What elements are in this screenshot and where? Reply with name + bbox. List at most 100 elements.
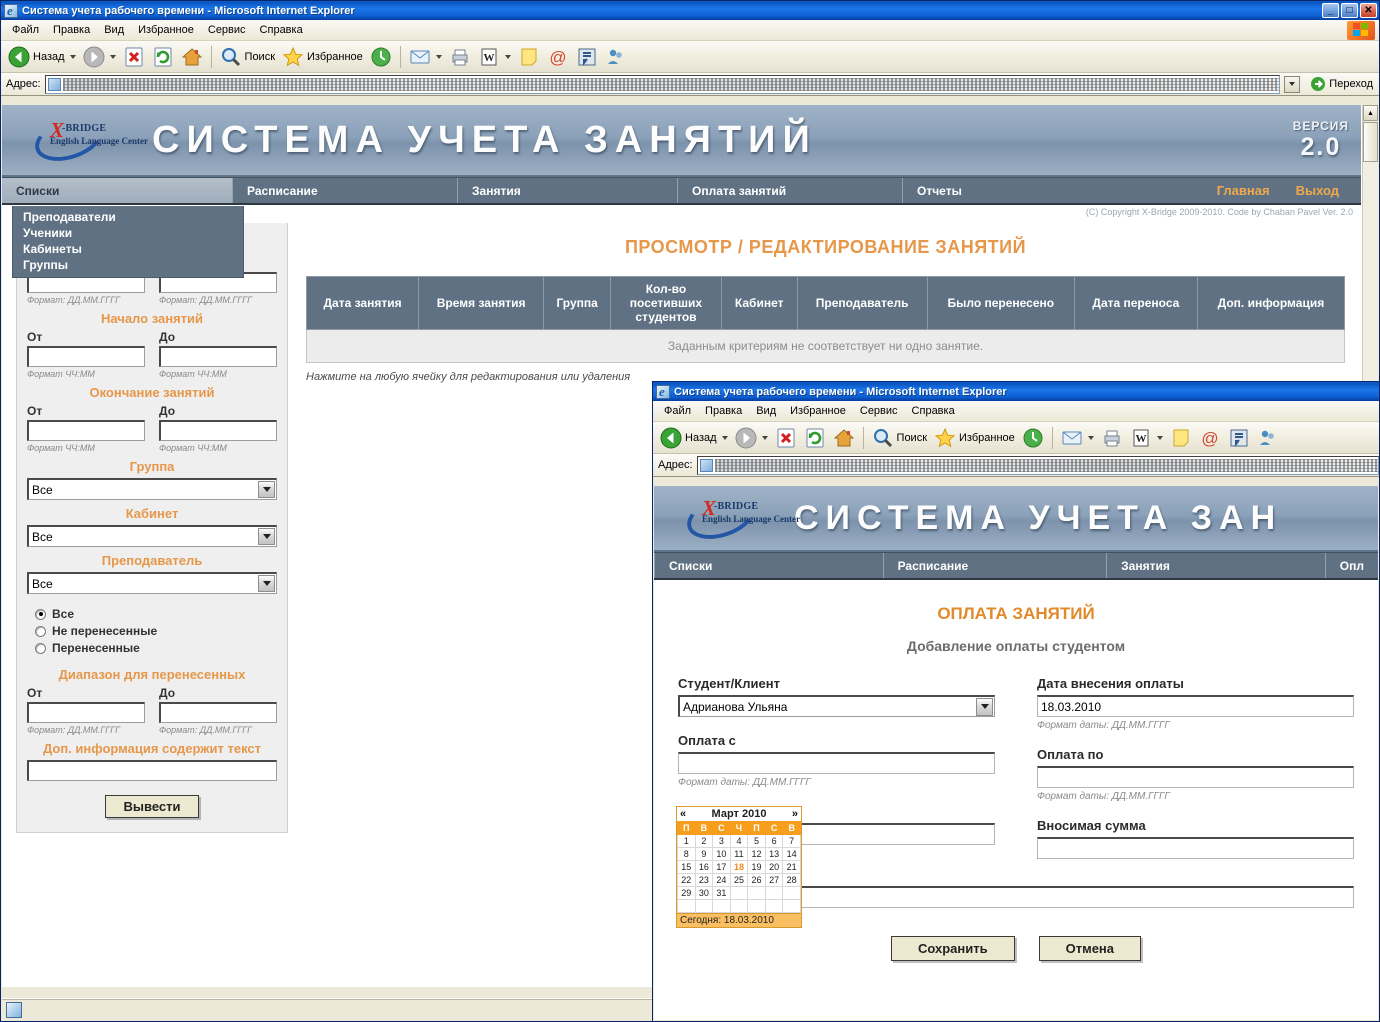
people-button[interactable] [602, 44, 630, 70]
child-stop-button[interactable] [772, 425, 800, 451]
address-dropdown-button[interactable] [1284, 76, 1300, 93]
calendar-prev-month-button[interactable]: « [680, 808, 686, 820]
child-favorites-button[interactable]: Избранное [931, 425, 1018, 451]
nav-item-payment[interactable]: Оплата занятий [677, 178, 902, 203]
calendar-day[interactable]: 9 [695, 848, 713, 861]
child-site-logo[interactable]: X -BRIDGE English Language Center [654, 495, 794, 541]
back-button[interactable]: Назад [5, 44, 79, 70]
calendar-day[interactable]: 25 [730, 874, 748, 887]
refresh-button[interactable] [149, 44, 177, 70]
messenger-button[interactable]: @ [544, 44, 572, 70]
child-people-button[interactable] [1254, 425, 1282, 451]
edit-word-button[interactable]: W [475, 44, 514, 70]
nav-item-schedule[interactable]: Расписание [232, 178, 457, 203]
calendar-day[interactable]: 22 [678, 874, 696, 887]
select-group[interactable]: Все [27, 478, 277, 500]
edit-dropdown-icon[interactable] [505, 55, 511, 59]
radio-icon-all[interactable] [35, 609, 46, 620]
child-nav-item-schedule[interactable]: Расписание [883, 553, 1107, 578]
child-print-button[interactable] [1098, 425, 1126, 451]
calendar-day[interactable] [783, 887, 801, 900]
input-moved-to[interactable] [159, 702, 277, 723]
child-search-button[interactable]: Поиск [869, 425, 930, 451]
input-extra-info[interactable] [27, 760, 277, 781]
nav-logout-link[interactable]: Выход [1296, 183, 1339, 198]
mail-dropdown-icon[interactable] [1088, 436, 1094, 440]
radio-icon-not-moved[interactable] [35, 626, 46, 637]
chevron-down-icon[interactable] [258, 528, 275, 545]
calendar-day[interactable]: 8 [678, 848, 696, 861]
child-menu-item-edit[interactable]: Правка [698, 403, 749, 419]
child-menu-item-favorites[interactable]: Избранное [783, 403, 853, 419]
child-messenger-button[interactable]: @ [1196, 425, 1224, 451]
calendar-day[interactable] [730, 900, 748, 913]
child-menu-item-tools[interactable]: Сервис [853, 403, 905, 419]
calendar-day[interactable] [713, 900, 731, 913]
menu-item-favorites[interactable]: Избранное [131, 22, 201, 38]
th-teacher[interactable]: Преподаватель [797, 277, 927, 330]
forward-dropdown-icon[interactable] [762, 436, 768, 440]
calendar-day[interactable]: 3 [713, 835, 731, 848]
select-teacher[interactable]: Все [27, 572, 277, 594]
calendar-day[interactable]: 24 [713, 874, 731, 887]
calendar-day[interactable]: 14 [783, 848, 801, 861]
menu-item-edit[interactable]: Правка [46, 22, 97, 38]
child-nav-item-payment[interactable]: Опл [1325, 553, 1378, 578]
nav-item-reports[interactable]: Отчеты [902, 178, 976, 203]
calendar-day-today[interactable]: 18 [730, 861, 748, 874]
calendar-day[interactable]: 31 [713, 887, 731, 900]
child-nav-item-lists[interactable]: Списки [654, 553, 883, 578]
child-mail-button[interactable] [1058, 425, 1097, 451]
history-button[interactable] [367, 44, 395, 70]
child-forward-button[interactable] [732, 425, 771, 451]
note-button[interactable] [515, 44, 543, 70]
calendar-day[interactable]: 15 [678, 861, 696, 874]
th-extra-info[interactable]: Доп. информация [1197, 277, 1344, 330]
th-group[interactable]: Группа [544, 277, 611, 330]
calendar-day[interactable]: 2 [695, 835, 713, 848]
go-button[interactable]: Переход [1304, 76, 1379, 92]
calendar-day[interactable]: 10 [713, 848, 731, 861]
child-edit-word-button[interactable]: W [1127, 425, 1166, 451]
radio-option-moved[interactable]: Перенесенные [35, 641, 277, 655]
calendar-day[interactable]: 30 [695, 887, 713, 900]
child-menu-item-help[interactable]: Справка [905, 403, 962, 419]
input-end-from[interactable] [27, 420, 145, 441]
input-pay-to[interactable] [1037, 766, 1354, 788]
calendar-day[interactable]: 28 [783, 874, 801, 887]
input-pay-from[interactable] [678, 752, 995, 774]
forward-button[interactable] [80, 44, 119, 70]
menu-item-file[interactable]: Файл [5, 22, 46, 38]
calendar-day[interactable]: 11 [730, 848, 748, 861]
calendar-day[interactable]: 20 [765, 861, 783, 874]
child-history-button[interactable] [1019, 425, 1047, 451]
calendar-day[interactable] [678, 900, 696, 913]
child-home-button[interactable] [830, 425, 858, 451]
close-button[interactable]: ✕ [1360, 3, 1377, 18]
nav-item-lists[interactable]: Списки [2, 178, 232, 203]
th-move-date[interactable]: Дата переноса [1074, 277, 1197, 330]
child-window-titlebar[interactable]: Система учета рабочего времени - Microso… [653, 382, 1379, 401]
child-menu-item-view[interactable]: Вид [749, 403, 783, 419]
menu-item-view[interactable]: Вид [97, 22, 131, 38]
calendar-day[interactable] [730, 887, 748, 900]
discuss-button[interactable] [573, 44, 601, 70]
calendar-day[interactable]: 26 [748, 874, 766, 887]
maximize-button[interactable]: □ [1341, 3, 1358, 18]
calendar-day[interactable]: 1 [678, 835, 696, 848]
th-was-moved[interactable]: Было перенесено [927, 277, 1074, 330]
main-window-titlebar[interactable]: Система учета рабочего времени - Microso… [1, 1, 1379, 20]
calendar-day[interactable] [783, 900, 801, 913]
nav-item-lessons[interactable]: Занятия [457, 178, 677, 203]
address-input[interactable] [45, 75, 1281, 94]
radio-option-not-moved[interactable]: Не перенесенные [35, 624, 277, 638]
minimize-button[interactable]: _ [1322, 3, 1339, 18]
home-button[interactable] [178, 44, 206, 70]
submit-button[interactable]: Вывести [105, 795, 200, 818]
menu-item-help[interactable]: Справка [253, 22, 310, 38]
scroll-up-button[interactable]: ▲ [1363, 105, 1378, 121]
input-payment-date[interactable] [1037, 695, 1354, 717]
mail-button[interactable] [406, 44, 445, 70]
input-end-to[interactable] [159, 420, 277, 441]
save-button[interactable]: Сохранить [891, 936, 1015, 961]
